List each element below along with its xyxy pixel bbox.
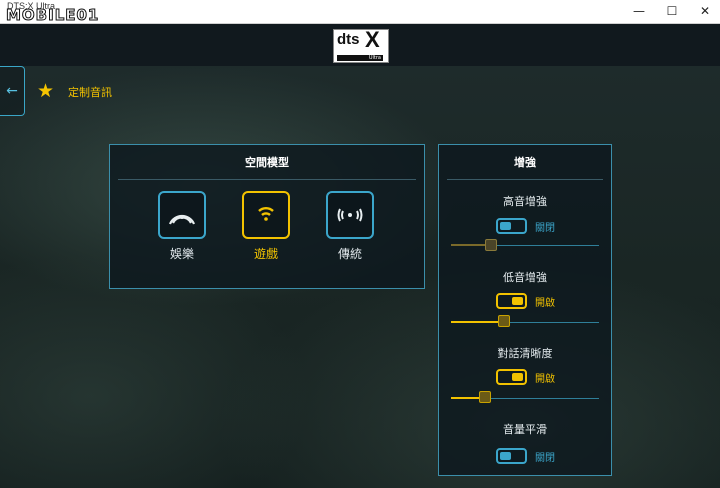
toggle-knob — [500, 222, 511, 230]
app-header: dts X Ultra — [0, 24, 720, 66]
mode-label-traditional: 傳統 — [337, 247, 362, 261]
mode-label-entertainment: 娛樂 — [169, 247, 194, 261]
dts-logo: dts X Ultra — [333, 27, 389, 63]
enhance-panel: 增強 高音增強 關閉 低音增強 開啟 對話清晰度 開啟 音量平滑 關閉 — [438, 144, 612, 476]
panel-title: 空間模型 — [245, 156, 289, 169]
stereo-icon — [337, 208, 363, 222]
page-title: 定制音訊 — [68, 86, 112, 99]
panel-title: 增強 — [514, 156, 536, 169]
maximize-button[interactable]: ☐ — [655, 0, 689, 23]
logo-x: X — [365, 27, 380, 52]
volume-smoothing-label: 音量平滑 — [503, 423, 547, 436]
bass-label: 低音增強 — [503, 271, 547, 284]
mode-entertainment-button[interactable] — [158, 191, 206, 239]
bass-slider-thumb[interactable] — [498, 315, 510, 327]
toggle-knob — [512, 373, 523, 381]
divider — [118, 179, 416, 180]
dialog-toggle[interactable] — [496, 369, 527, 385]
treble-toggle[interactable] — [496, 218, 527, 234]
mode-label-gaming: 遊戲 — [253, 247, 278, 261]
watermark: MOBILE01 — [5, 6, 100, 25]
close-button[interactable]: ✕ — [688, 0, 720, 23]
minimize-button[interactable]: — — [622, 0, 656, 23]
dialog-slider-thumb[interactable] — [479, 391, 491, 403]
volume-smoothing-toggle[interactable] — [496, 448, 527, 464]
bass-toggle[interactable] — [496, 293, 527, 309]
mode-gaming-button[interactable] — [242, 191, 290, 239]
treble-label: 高音增強 — [503, 195, 547, 208]
headphone-icon — [168, 214, 196, 225]
mode-traditional-button[interactable] — [326, 191, 374, 239]
logo-text: dts — [337, 31, 360, 48]
dialog-label: 對話清晰度 — [497, 347, 553, 360]
bass-slider-fill — [451, 321, 505, 323]
treble-slider-thumb[interactable] — [485, 239, 497, 251]
spatial-model-panel: 空間模型 娛樂 遊戲 傳統 — [109, 144, 425, 289]
wifi-icon — [258, 206, 274, 221]
divider — [447, 179, 603, 180]
treble-status: 關閉 — [535, 223, 555, 234]
star-icon: ★ — [37, 80, 55, 102]
logo-sub: Ultra — [337, 55, 383, 61]
toggle-knob — [512, 297, 523, 305]
bass-status: 開啟 — [535, 298, 555, 309]
dialog-status: 開啟 — [535, 374, 555, 385]
back-arrow-icon[interactable]: ← — [0, 66, 25, 116]
volume-smoothing-status: 關閉 — [535, 453, 555, 464]
title-bar: DTS:X Ultra MOBILE01 — ☐ ✕ — [0, 0, 720, 25]
toggle-knob — [500, 452, 511, 460]
